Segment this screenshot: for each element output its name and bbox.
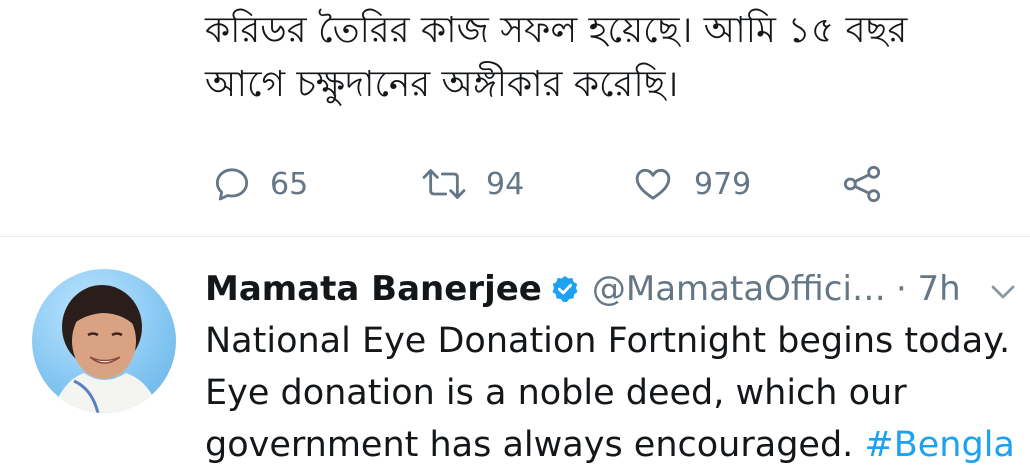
tweet-text-line-partial: government has always encouraged. #Bengl… — [205, 419, 1025, 471]
timestamp[interactable]: · 7h — [896, 269, 961, 309]
tweet-text-line: Eye donation is a noble deed, which our — [205, 373, 907, 413]
tweet-header: Mamata Banerjee @MamataOffici… · 7h — [205, 267, 961, 311]
tweet-text-line: National Eye Donation Fortnight begins t… — [205, 321, 1011, 361]
retweet-button[interactable]: 94 — [418, 158, 524, 210]
display-name[interactable]: Mamata Banerjee — [205, 269, 542, 309]
like-count: 979 — [694, 166, 752, 202]
tweet-text: করিডর তৈরির কাজ সফল হয়েছে। আমি ১৫ বছর আ… — [205, 4, 1005, 112]
like-button[interactable]: 979 — [632, 158, 751, 210]
handle[interactable]: @MamataOffici… — [592, 269, 886, 309]
tweet-text-partial: government has always encouraged. — [205, 425, 854, 465]
tweet[interactable]: Mamata Banerjee @MamataOffici… · 7h Nati… — [0, 237, 1030, 465]
retweet-icon — [418, 164, 470, 204]
hashtag-link[interactable]: #Bengla — [853, 425, 1014, 465]
chevron-down-icon[interactable] — [988, 281, 1018, 307]
retweet-count: 94 — [486, 166, 525, 202]
reply-button[interactable]: 65 — [212, 158, 308, 210]
tweet-text: National Eye Donation Fortnight begins t… — [205, 315, 1025, 471]
reply-count: 65 — [270, 166, 309, 202]
share-button[interactable] — [840, 158, 884, 210]
tweet-actions: 65 94 979 — [0, 158, 1030, 210]
like-icon — [632, 164, 674, 204]
reply-icon — [212, 164, 252, 204]
previous-tweet: করিডর তৈরির কাজ সফল হয়েছে। আমি ১৫ বছর আ… — [0, 0, 1030, 236]
tweet-text-line: করিডর তৈরির কাজ সফল হয়েছে। আমি ১৫ বছর — [205, 10, 908, 51]
verified-badge-icon — [550, 274, 580, 304]
avatar[interactable] — [32, 269, 176, 413]
share-icon — [840, 164, 884, 204]
tweet-text-line: আগে চক্ষুদানের অঙ্গীকার করেছি। — [205, 64, 679, 105]
